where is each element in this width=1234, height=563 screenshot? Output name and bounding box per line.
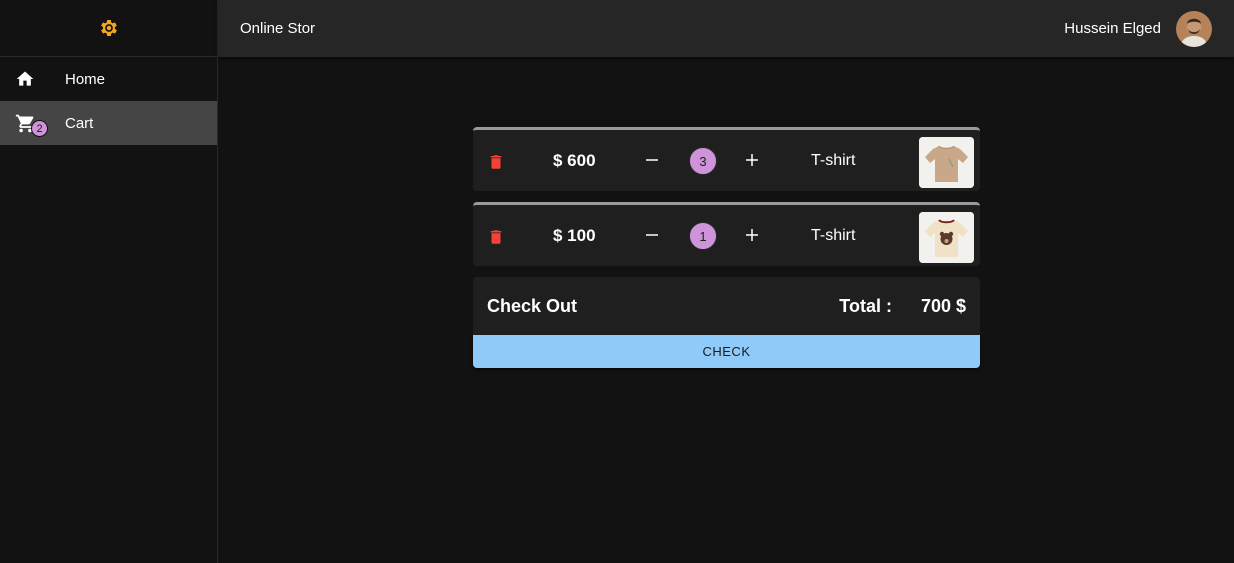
gear-icon[interactable]	[98, 17, 120, 39]
sidebar-item-label: Cart	[65, 114, 94, 132]
quantity-badge: 3	[689, 146, 717, 175]
user-menu[interactable]: Hussein Elged	[1064, 10, 1212, 47]
home-icon	[0, 69, 65, 89]
item-name: T-shirt	[811, 226, 856, 244]
sidebar-item-home[interactable]: Home	[0, 57, 217, 101]
increase-quantity-icon[interactable]	[743, 151, 761, 174]
total-value: 700 $	[920, 295, 966, 316]
app-title: Online Stor	[240, 20, 316, 37]
avatar[interactable]	[1176, 10, 1212, 47]
cart-item: $ 600 3 T-shirt	[473, 127, 980, 191]
decrease-quantity-icon[interactable]	[643, 226, 661, 249]
check-button[interactable]: CHECK	[473, 335, 980, 368]
checkout-title: Check Out	[487, 295, 578, 316]
item-name: T-shirt	[811, 151, 856, 169]
product-image	[919, 137, 974, 188]
quantity-badge: 1	[689, 221, 717, 250]
total-label: Total :	[839, 295, 892, 316]
user-name: Hussein Elged	[1064, 20, 1161, 37]
sidebar: Home 2 Cart	[0, 0, 218, 563]
delete-icon[interactable]	[487, 227, 505, 252]
cart-icon: 2	[0, 113, 65, 137]
top-app-bar: Online Stor Hussein Elged	[218, 0, 1234, 57]
cart-item: $ 100 1 T-shirt	[473, 202, 980, 266]
increase-quantity-icon[interactable]	[743, 226, 761, 249]
decrease-quantity-icon[interactable]	[643, 151, 661, 174]
sidebar-item-cart[interactable]: 2 Cart	[0, 101, 217, 145]
delete-icon[interactable]	[487, 152, 505, 177]
sidebar-item-label: Home	[65, 70, 106, 88]
checkout-summary: Check Out Total : 700 $	[473, 277, 980, 335]
cart-count-badge: 2	[31, 119, 48, 137]
sidebar-header	[0, 0, 217, 57]
product-image	[919, 212, 974, 263]
